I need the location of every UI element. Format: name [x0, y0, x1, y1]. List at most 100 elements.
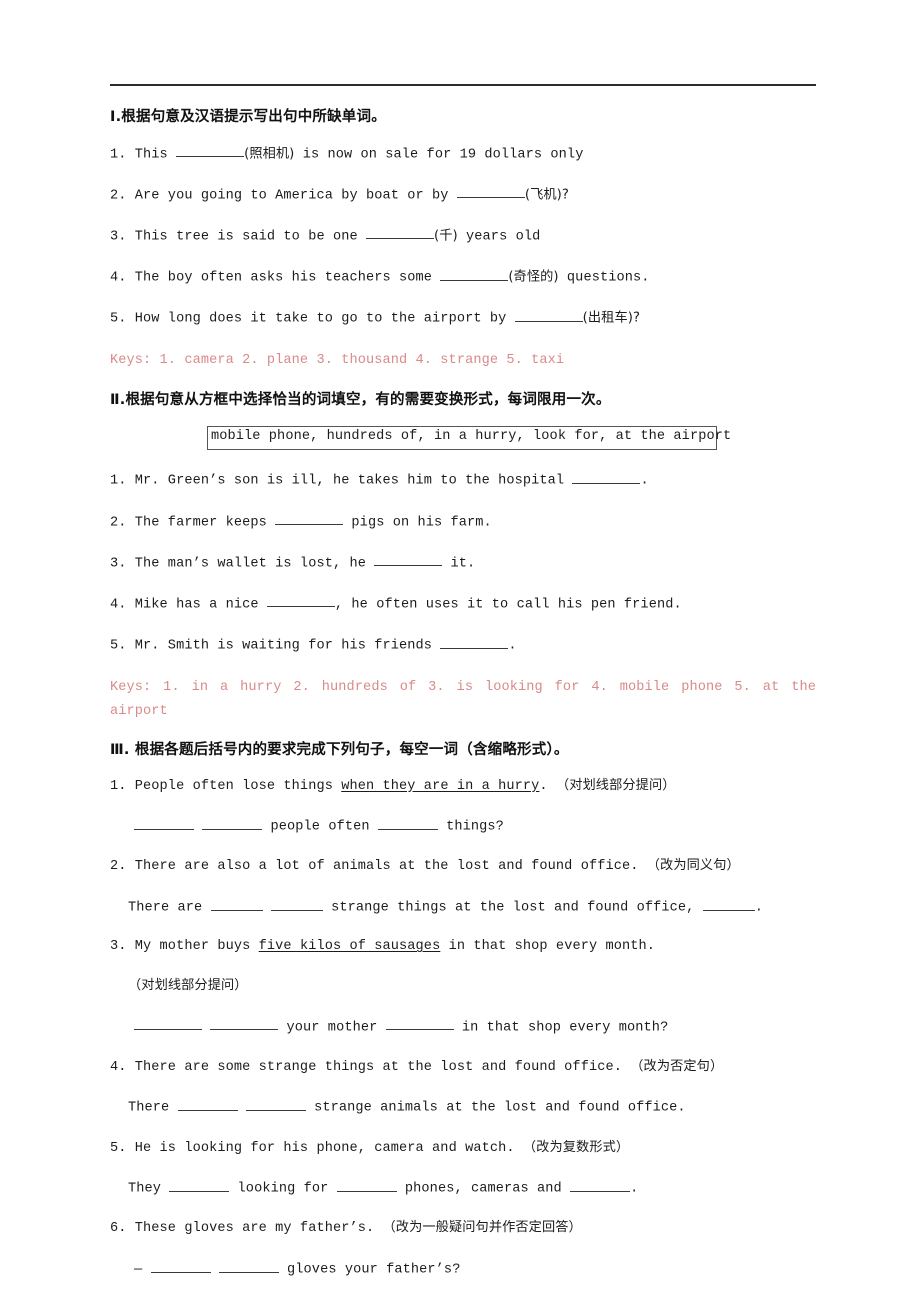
answer-blank[interactable] [385, 1017, 454, 1031]
answer-text [238, 1101, 246, 1116]
item-number: 3. [110, 229, 127, 245]
answer-blank[interactable] [210, 1017, 279, 1031]
chinese-instruction: （改为否定句） [630, 1058, 724, 1074]
item-number: 1. [110, 147, 127, 163]
answer-text: . [754, 900, 763, 916]
answer-3-3: your mother in that shop every month? [110, 1017, 816, 1037]
answer-blank[interactable] [202, 816, 263, 830]
underlined-phrase: five kilos of sausages [258, 939, 441, 955]
question-text-tail: in that shop every month. [440, 939, 656, 955]
answer-blank[interactable] [440, 635, 509, 649]
answer-blank[interactable] [456, 185, 525, 199]
item-number: 6. [110, 1221, 127, 1237]
question-text-tail: , he often uses it to call his pen frien… [334, 597, 682, 613]
answer-blank[interactable] [336, 1178, 397, 1192]
answer-blank[interactable] [176, 144, 245, 158]
answer-blank[interactable] [150, 1259, 211, 1273]
item-number: 2. [110, 515, 127, 531]
answer-text: strange animals at the lost and found of… [305, 1100, 686, 1116]
answer-text [202, 1020, 210, 1035]
chinese-hint: (奇怪的) [508, 269, 559, 285]
answer-blank[interactable] [440, 267, 509, 281]
answer-text: looking for [229, 1181, 337, 1197]
answer-blank[interactable] [377, 816, 438, 830]
answer-text: There are [128, 900, 211, 916]
answer-blank[interactable] [366, 226, 434, 240]
answer-blank[interactable] [210, 897, 263, 911]
question-text: The man’s wallet is lost, he [134, 556, 375, 572]
underlined-phrase: when they are in a hurry [341, 778, 540, 794]
question-1-4: 4. The boy often asks his teachers some … [110, 267, 816, 287]
question-text-tail: is now on sale for 19 dollars only [294, 147, 584, 163]
answer-blank[interactable] [218, 1259, 279, 1273]
item-number: 2. [110, 188, 127, 204]
item-number: 5. [110, 1140, 127, 1156]
item-number: 2. [110, 859, 127, 875]
answer-3-2: There are strange things at the lost and… [110, 897, 816, 917]
answer-text: gloves your father’s? [278, 1262, 461, 1278]
answer-blank[interactable] [570, 1178, 631, 1192]
answer-text [263, 901, 271, 916]
chinese-hint: (千) [434, 228, 458, 244]
question-text-tail: questions. [558, 270, 650, 286]
answer-text: in that shop every month? [453, 1020, 669, 1036]
answer-blank[interactable] [134, 816, 194, 830]
answer-blank[interactable] [572, 470, 641, 484]
question-text-tail: . [539, 778, 556, 794]
question-text: This tree is said to be one [134, 229, 366, 245]
question-3-1: 1. People often lose things when they ar… [110, 777, 816, 796]
answer-blank[interactable] [134, 1017, 202, 1031]
section-1-keys: Keys: 1. camera 2. plane 3. thousand 4. … [110, 353, 565, 369]
question-text: My mother buys [134, 939, 259, 955]
chinese-instruction: （改为复数形式） [522, 1139, 630, 1155]
chinese-hint: (出租车)? [582, 310, 641, 326]
question-text: There are also a lot of animals at the l… [134, 859, 647, 875]
chinese-instruction: （改为同义句） [646, 858, 740, 874]
answer-text: — [134, 1262, 151, 1278]
item-number: 4. [110, 1059, 127, 1075]
chinese-instruction: （改为一般疑问句并作否定回答） [382, 1220, 582, 1236]
answer-blank[interactable] [169, 1178, 230, 1192]
word-bank-box: mobile phone, hundreds of, in a hurry, l… [207, 426, 731, 451]
question-text: The farmer keeps [134, 515, 276, 531]
item-number: 5. [110, 638, 127, 654]
question-text: These gloves are my father’s. [134, 1221, 383, 1237]
question-3-2: 2. There are also a lot of animals at th… [110, 857, 816, 876]
chinese-instruction: （对划线部分提问） [555, 777, 676, 793]
answer-text: They [128, 1181, 170, 1197]
item-number: 4. [110, 597, 127, 613]
question-text: Mr. Green’s son is ill, he takes him to … [134, 473, 573, 489]
answer-blank[interactable] [266, 594, 335, 608]
answer-blank[interactable] [245, 1097, 306, 1111]
question-text: The boy often asks his teachers some [134, 270, 441, 286]
question-1-1: 1. This (照相机) is now on sale for 19 doll… [110, 144, 816, 164]
section-1-heading: Ⅰ.根据句意及汉语提示写出句中所缺单词。 [110, 109, 386, 125]
answer-blank[interactable] [275, 512, 344, 526]
answer-3-6: — gloves your father’s? [110, 1259, 816, 1279]
answer-blank[interactable] [702, 897, 755, 911]
question-text-tail: . [508, 638, 517, 654]
question-3-3: 3. My mother buys five kilos of sausages… [110, 938, 816, 956]
question-3-3-instruction: （对划线部分提问） [110, 977, 816, 996]
item-number: 4. [110, 270, 127, 286]
answer-text: phones, cameras and [396, 1181, 571, 1197]
answer-3-1: people often things? [110, 816, 816, 836]
answer-text: things? [437, 819, 504, 835]
question-3-4: 4. There are some strange things at the … [110, 1058, 816, 1077]
answer-blank[interactable] [177, 1097, 238, 1111]
question-text-tail: pigs on his farm. [343, 515, 492, 531]
answer-blank[interactable] [374, 553, 443, 567]
chinese-hint: (飞机)? [524, 187, 569, 203]
question-text-tail: years old [457, 229, 541, 245]
answer-blank[interactable] [514, 308, 583, 322]
question-text: There are some strange things at the los… [134, 1059, 631, 1075]
question-2-4: 4. Mike has a nice , he often uses it to… [110, 594, 816, 614]
item-number: 1. [110, 778, 127, 794]
question-3-6: 6. These gloves are my father’s. （改为一般疑问… [110, 1219, 816, 1238]
answer-text [211, 1263, 219, 1278]
question-text: This [134, 147, 177, 163]
question-1-5: 5. How long does it take to go to the ai… [110, 308, 816, 328]
question-text: People often lose things [134, 778, 342, 794]
answer-blank[interactable] [270, 897, 323, 911]
chinese-hint: (照相机) [244, 146, 295, 162]
